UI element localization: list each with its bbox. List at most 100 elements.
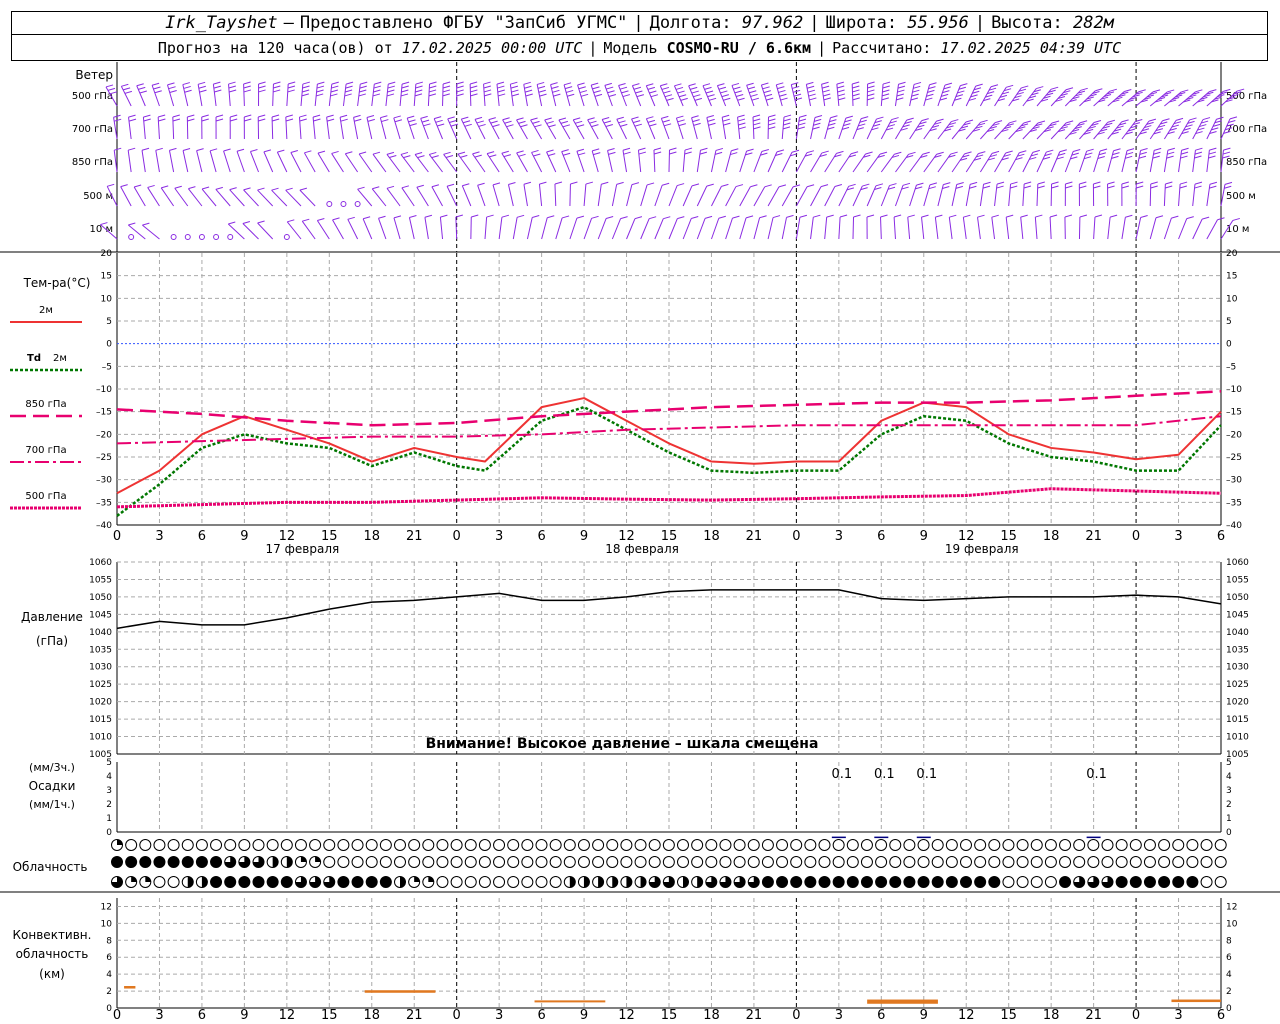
wind-barb-flag — [168, 86, 176, 90]
wind-barb-flag — [489, 154, 497, 158]
wind-barb-flag — [996, 181, 1005, 185]
temp-x-tick: 21 — [746, 529, 763, 544]
wind-barb-flag — [374, 81, 382, 85]
cloud-symbol — [719, 839, 732, 851]
cloud-symbol — [549, 856, 562, 868]
wind-barb — [427, 84, 431, 107]
wind-barb-flag — [197, 81, 206, 85]
wind-barb-flag — [936, 151, 944, 155]
wind-barb-flag — [751, 97, 760, 101]
wind-barb-flag — [502, 117, 510, 121]
conv-tick-left: 2 — [106, 987, 112, 997]
wind-barb-flag — [503, 154, 512, 158]
cloud-symbol — [323, 839, 336, 851]
cloud-symbol — [125, 839, 138, 851]
wind-barb-flag — [1006, 214, 1014, 218]
wind-barb-flag — [449, 120, 457, 124]
wind-barb-flag — [1155, 215, 1164, 219]
cloud-symbol — [677, 839, 689, 851]
wind-barb-flag — [299, 187, 308, 191]
precip-ylabel-1: (мм/3ч.) — [29, 761, 75, 774]
wind-barb-flag — [906, 117, 914, 121]
wind-barb-flag — [809, 97, 817, 101]
wind-barb — [442, 83, 444, 107]
pressure-tick-right: 1050 — [1226, 593, 1249, 603]
wind-barb-flag — [539, 181, 547, 185]
pressure-tick-left: 1035 — [89, 645, 112, 655]
wind-barb-flag — [317, 81, 325, 85]
wind-barb-flag — [750, 93, 758, 97]
wind-barb-flag — [534, 124, 542, 128]
wind-barb-flag — [1023, 185, 1032, 189]
wind-barb-flag — [707, 94, 715, 98]
temp-tick-left: –35 — [96, 498, 112, 508]
cloud-symbol — [507, 876, 520, 888]
wind-barb — [725, 186, 737, 207]
wind-barb-flag — [107, 183, 115, 187]
wind-barb — [880, 185, 890, 207]
cloud-fill — [847, 876, 859, 888]
wind-barb — [781, 217, 787, 240]
cloud-symbol — [889, 839, 902, 851]
cloud-fill — [253, 876, 264, 888]
wind-barb-flag — [1098, 152, 1107, 156]
wind-barb-flag — [753, 122, 761, 126]
wind-barb-flag — [653, 147, 662, 151]
wind-barb-flag — [1222, 151, 1231, 155]
cloud-symbol — [464, 876, 477, 888]
wind-barb — [413, 84, 417, 107]
wind-barb-flag — [604, 82, 612, 86]
calm-circle — [227, 234, 234, 240]
wind-barb-flag — [1107, 119, 1115, 123]
temp-x-tick: 0 — [1132, 529, 1140, 544]
cloud-fill — [139, 856, 151, 868]
wind-barb-flag — [554, 181, 563, 185]
wind-barb-flag — [285, 114, 293, 118]
wind-barb-flag — [316, 85, 325, 89]
cloud-symbol — [478, 876, 491, 888]
wind-barb-flag — [537, 81, 545, 85]
wind-barb — [416, 187, 429, 207]
wind-barb-flag — [1139, 151, 1147, 155]
wind-barb-flag — [926, 93, 934, 97]
wind-barb — [257, 222, 274, 240]
cloud-fill — [117, 839, 123, 845]
wind-barb-flag — [963, 214, 971, 218]
temp-x-tick: 18 — [1043, 529, 1060, 544]
cloud-symbol — [1016, 839, 1029, 851]
cloud-symbol — [1214, 839, 1227, 851]
wind-barb-flag — [562, 124, 571, 128]
cloud-symbol — [592, 839, 605, 851]
wind-barb — [1093, 150, 1101, 173]
wind-barb-flag — [718, 215, 726, 219]
wind-barb-flag — [243, 89, 252, 93]
pressure-tick-left: 1020 — [89, 698, 112, 708]
wind-level-label-left: 500 гПа — [72, 91, 113, 102]
wind-barb-flag — [894, 151, 902, 155]
wind-barb-flag — [1010, 181, 1018, 185]
wind-barb-flag — [1167, 151, 1175, 155]
precip-bar — [831, 836, 846, 839]
wind-barb-flag — [299, 118, 307, 122]
wind-barb-flag — [699, 151, 708, 155]
temp-x-tick: 6 — [198, 529, 206, 544]
wind-barb — [569, 217, 578, 240]
wind-barb-flag — [1080, 87, 1088, 91]
wind-barb — [1107, 217, 1111, 240]
wind-barb-flag — [483, 85, 491, 89]
wind-barb-flag — [852, 97, 860, 101]
wind-barb-flag — [837, 85, 845, 89]
wind-barb-flag — [911, 93, 919, 97]
wind-barb-flag — [782, 126, 791, 130]
cloud-fill — [569, 876, 576, 888]
wind-barb-flag — [786, 214, 794, 218]
wind-barb-flag — [935, 214, 943, 218]
wind-barb — [696, 150, 701, 173]
wind-barb-flag — [601, 181, 609, 185]
conv-x-tick: 3 — [835, 1008, 843, 1023]
cloud-symbol — [408, 839, 421, 851]
wind-barb-flag — [896, 97, 904, 101]
wind-barb-flag — [677, 90, 685, 94]
conv-tick-right: 10 — [1226, 919, 1238, 929]
wind-barb-flag — [951, 119, 959, 123]
